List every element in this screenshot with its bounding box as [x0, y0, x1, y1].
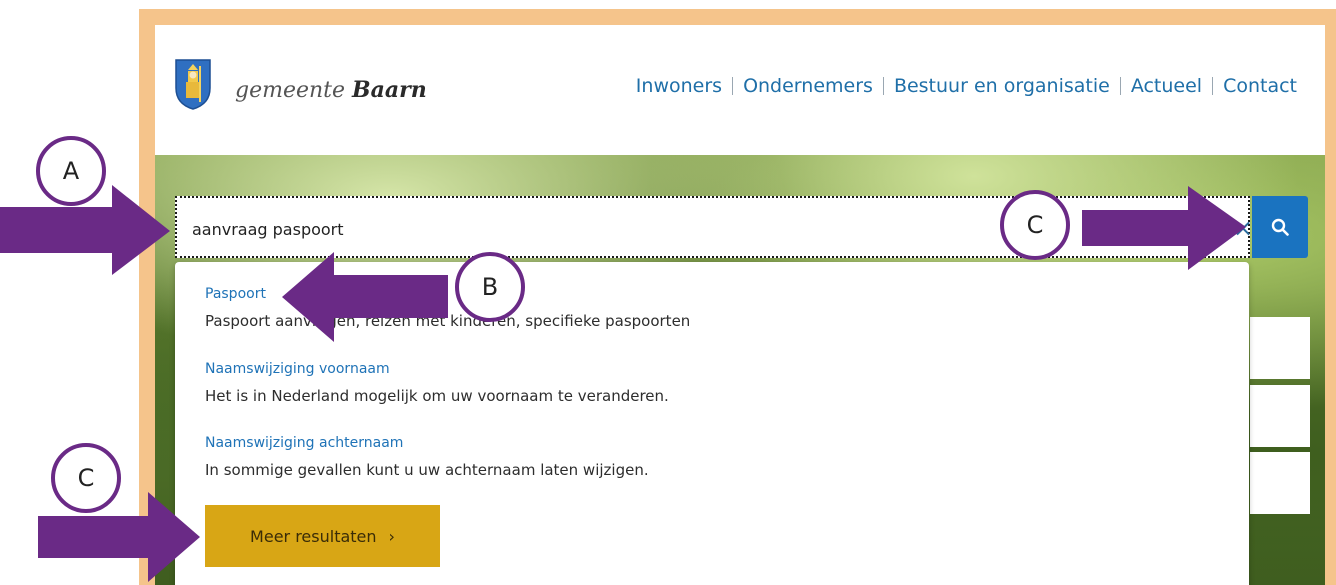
- arrow-c-top: [1082, 186, 1246, 270]
- annotation-arrows: [0, 185, 1246, 582]
- arrow-c-bottom: [38, 492, 200, 582]
- annotation-badge-c-bottom: C: [51, 443, 121, 513]
- annotation-badge-a: A: [36, 136, 106, 206]
- annotation-badge-c-top: C: [1000, 190, 1070, 260]
- arrow-b: [282, 252, 448, 342]
- annotation-badge-b: B: [455, 252, 525, 322]
